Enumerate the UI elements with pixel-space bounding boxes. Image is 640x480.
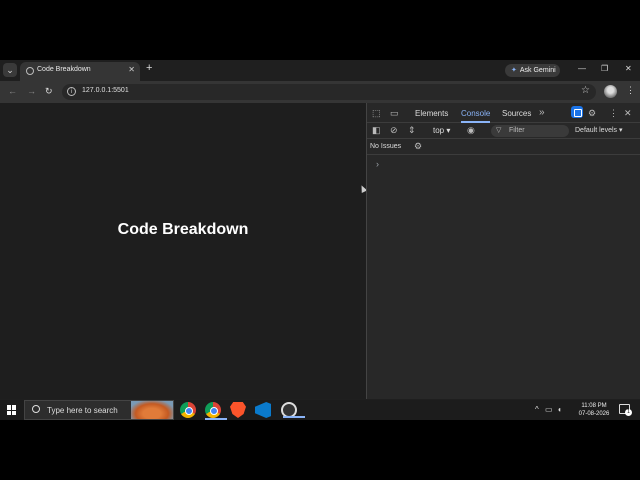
tab-close-icon[interactable]: ✕ bbox=[128, 65, 135, 74]
brave-app-icon[interactable] bbox=[230, 402, 246, 418]
console-prompt[interactable]: › bbox=[376, 159, 379, 169]
clear-console-icon[interactable]: ⊘ bbox=[390, 125, 398, 136]
devtools-menu-icon[interactable]: ⋮ bbox=[609, 108, 618, 119]
url-text[interactable]: 127.0.0.1:5501 bbox=[82, 87, 129, 94]
taskbar-search[interactable]: Type here to search bbox=[24, 400, 174, 420]
restore-button[interactable]: ❐ bbox=[601, 64, 608, 73]
tab-search-chevron-icon[interactable]: ⌄ bbox=[3, 63, 17, 77]
tab-console[interactable]: Console bbox=[461, 109, 491, 123]
tab-elements[interactable]: Elements bbox=[415, 109, 448, 118]
system-clock[interactable]: 11:08 PM 07-08-2026 bbox=[576, 402, 612, 418]
ask-gemini-button[interactable]: ✦ Ask Gemini bbox=[505, 64, 560, 77]
omnibox[interactable]: i 127.0.0.1:5501 ☆ bbox=[62, 84, 596, 100]
back-button[interactable]: ← bbox=[8, 86, 17, 96]
sparkle-icon: ✦ bbox=[511, 67, 517, 74]
filter-split-icon[interactable]: ⇕ bbox=[408, 125, 416, 136]
tab-title: Code Breakdown bbox=[37, 66, 91, 73]
clock-date: 07-08-2026 bbox=[578, 411, 610, 417]
new-tab-button[interactable]: + bbox=[146, 62, 152, 74]
funnel-icon: ▽ bbox=[496, 127, 502, 134]
browser-tab[interactable]: Code Breakdown ✕ bbox=[20, 62, 140, 81]
filter-placeholder: Filter bbox=[509, 127, 525, 134]
tab-strip: ⌄ Code Breakdown ✕ + ✦ Ask Gemini — ❐ ✕ bbox=[0, 60, 640, 81]
address-bar: ← → ↻ i 127.0.0.1:5501 ☆ ⋮ bbox=[0, 81, 640, 103]
eye-icon[interactable]: ◉ bbox=[467, 125, 475, 136]
issues-status[interactable]: No Issues bbox=[370, 143, 401, 150]
site-info-icon[interactable]: i bbox=[67, 87, 76, 96]
search-icon bbox=[32, 405, 40, 413]
bookmark-star-icon[interactable]: ☆ bbox=[581, 85, 590, 96]
log-levels-select[interactable]: Default levels ▾ bbox=[575, 126, 622, 134]
search-highlight-image bbox=[131, 401, 173, 419]
chrome-app-icon[interactable] bbox=[180, 402, 196, 418]
page-viewport: Code Breakdown bbox=[0, 103, 368, 399]
settings-gear-icon[interactable]: ⚙ bbox=[588, 108, 596, 119]
volume-icon[interactable]: ◖ bbox=[557, 405, 562, 414]
copilot-badge-icon[interactable] bbox=[571, 106, 583, 118]
profile-avatar[interactable] bbox=[604, 85, 617, 98]
page-heading: Code Breakdown bbox=[117, 221, 249, 238]
windows-start-icon[interactable] bbox=[7, 405, 17, 415]
forward-button[interactable]: → bbox=[27, 86, 36, 96]
minimize-button[interactable]: — bbox=[578, 64, 586, 73]
tab-sources[interactable]: Sources bbox=[502, 109, 531, 118]
ask-gemini-label: Ask Gemini bbox=[519, 67, 556, 74]
close-devtools-icon[interactable]: ✕ bbox=[624, 108, 632, 119]
notification-icon[interactable]: 1 bbox=[619, 404, 632, 416]
more-tabs-icon[interactable]: » bbox=[539, 107, 545, 118]
taskbar: Type here to search ^ ▭ ◖ 11:08 PM 07-08… bbox=[0, 400, 640, 420]
inspect-element-icon[interactable]: ⬚ bbox=[372, 108, 381, 119]
vscode-app-icon[interactable] bbox=[255, 402, 271, 418]
console-settings-gear-icon[interactable]: ⚙ bbox=[414, 141, 422, 152]
network-icon[interactable]: ▭ bbox=[545, 405, 553, 414]
devtools-panel: ⬚ ▭ Elements Console Sources » ⚙ ⋮ ✕ ◧ ⊘… bbox=[366, 103, 640, 399]
console-toolbar: ◧ ⊘ ⇕ top ▾ ◉ ▽ Filter Default levels ▾ bbox=[367, 123, 640, 139]
notification-count: 1 bbox=[625, 409, 632, 416]
screen: ⌄ Code Breakdown ✕ + ✦ Ask Gemini — ❐ ✕ ←… bbox=[0, 60, 640, 420]
issues-bar: No Issues ⚙ bbox=[367, 139, 640, 155]
reload-button[interactable]: ↻ bbox=[45, 86, 53, 97]
devtools-toolbar: ⬚ ▭ Elements Console Sources » ⚙ ⋮ ✕ bbox=[367, 103, 640, 123]
sidebar-toggle-icon[interactable]: ◧ bbox=[372, 125, 381, 136]
tray-chevron-icon[interactable]: ^ bbox=[535, 405, 539, 414]
clock-time: 11:08 PM bbox=[581, 403, 607, 409]
filter-input[interactable]: ▽ Filter bbox=[491, 125, 569, 137]
search-placeholder: Type here to search bbox=[47, 406, 118, 415]
chrome-active-app-icon[interactable] bbox=[205, 402, 227, 420]
browser-menu-icon[interactable]: ⋮ bbox=[626, 85, 635, 96]
context-select[interactable]: top ▾ bbox=[433, 126, 450, 135]
close-window-button[interactable]: ✕ bbox=[625, 64, 632, 73]
recorder-app-icon[interactable] bbox=[281, 402, 305, 418]
device-toolbar-icon[interactable]: ▭ bbox=[390, 108, 399, 119]
globe-icon bbox=[26, 67, 34, 75]
